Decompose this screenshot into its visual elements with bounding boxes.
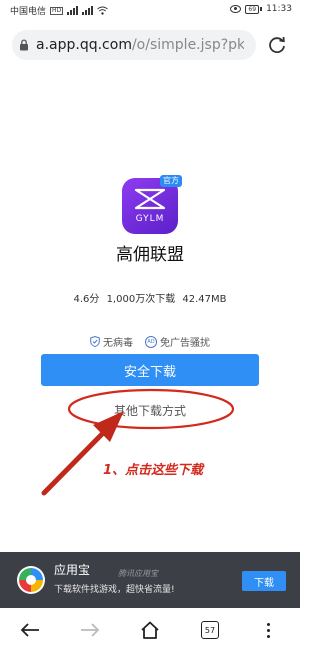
battery-level: 69 [245, 4, 260, 14]
status-bar: 中国电信 HD 69 11:33 [0, 0, 300, 20]
signal-icon [67, 6, 79, 15]
badge-no-ads: AD 免广告骚扰 [145, 334, 210, 349]
app-logo-mark [134, 188, 166, 210]
forward-arrow-icon[interactable] [78, 618, 102, 642]
ad-free-icon: AD [145, 335, 157, 348]
badge-no-ads-label: 免广告骚扰 [160, 338, 210, 349]
address-bar[interactable]: a.app.qq.com/o/simple.jsp?pkgna [12, 30, 256, 60]
other-download-link[interactable]: 其他下载方式 [0, 402, 300, 419]
banner-download-button[interactable]: 下载 [242, 571, 286, 591]
lock-icon [12, 39, 36, 51]
url-host: a.app.qq.com [36, 37, 132, 53]
battery-icon: 69 [245, 4, 262, 14]
shield-check-icon [90, 336, 100, 347]
badge-no-virus: 无病毒 [90, 334, 133, 349]
reload-icon[interactable] [266, 34, 288, 56]
app-name: 高佣联盟 [116, 245, 184, 265]
annotation-text: 1、点击这些下载 [103, 463, 204, 478]
safe-download-button[interactable]: 安全下载 [41, 354, 259, 386]
home-icon[interactable] [138, 618, 162, 642]
app-size: 42.47MB [182, 294, 227, 305]
clock: 11:33 [266, 4, 292, 14]
safety-badges: 无病毒 AD 免广告骚扰 [0, 334, 300, 349]
browser-nav-bar: 57 [0, 608, 300, 650]
annotation-arrow-shaft [41, 425, 111, 496]
signal-icon-2 [82, 6, 94, 15]
tab-count: 57 [201, 621, 219, 639]
official-badge: 官方 [160, 175, 182, 187]
hd-badge: HD [50, 6, 64, 15]
banner-title: 应用宝 [54, 563, 91, 577]
wifi-icon [97, 6, 108, 15]
eye-icon [230, 5, 242, 13]
back-arrow-icon[interactable] [18, 618, 42, 642]
more-menu-icon[interactable] [256, 618, 280, 642]
banner-watermark: 腾讯应用宝 [118, 569, 158, 578]
app-icon-text: GYLM [135, 214, 165, 224]
url-text[interactable]: a.app.qq.com/o/simple.jsp?pkgna [36, 37, 244, 53]
tabs-button[interactable]: 57 [198, 618, 222, 642]
banner-subtitle: 下载软件找游戏，超快省流量! [54, 585, 175, 595]
app-meta: 4.6分 1,000万次下载 42.47MB [0, 290, 300, 305]
yingyongbao-logo-icon [17, 566, 45, 594]
carrier-label: 中国电信 [10, 7, 47, 17]
app-downloads: 1,000万次下载 [106, 294, 176, 305]
yingyongbao-banner[interactable]: 应用宝 下载软件找游戏，超快省流量! 腾讯应用宝 下载 [0, 552, 300, 608]
url-path: /o/simple.jsp?pkgna [131, 37, 244, 53]
badge-no-virus-label: 无病毒 [103, 338, 133, 349]
app-rating: 4.6分 [73, 294, 100, 305]
